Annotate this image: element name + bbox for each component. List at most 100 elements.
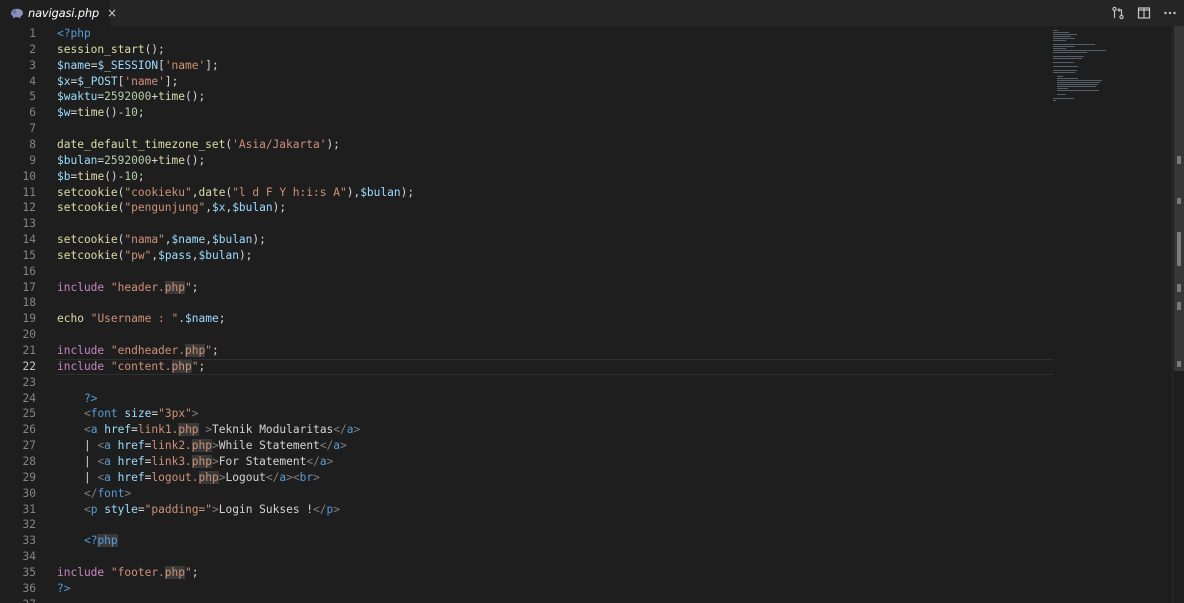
code-line[interactable]: 6 $w=time()-10; bbox=[0, 105, 1172, 121]
code-line[interactable]: 24 ?> bbox=[0, 391, 1172, 407]
minimap-line bbox=[1053, 38, 1075, 39]
code-token: < bbox=[83, 502, 91, 516]
line-number: 2 bbox=[29, 42, 36, 56]
code-editor[interactable]: 1 <?php 2 session_start(); 3 $name=$_SESSION[… bbox=[0, 26, 1172, 603]
code-token: href bbox=[117, 454, 145, 468]
code-token: > bbox=[212, 502, 219, 516]
code-line[interactable]: 3 $name=$_SESSION['name']; bbox=[0, 58, 1172, 74]
code-text: <a href=link1.php >Teknik Modularitas</a… bbox=[57, 422, 360, 438]
code-line[interactable]: 23 bbox=[0, 375, 1172, 391]
code-token: $pass bbox=[158, 248, 192, 262]
code-line[interactable]: 20 bbox=[0, 327, 1172, 343]
minimap-line bbox=[1053, 100, 1056, 101]
more-actions-icon[interactable] bbox=[1162, 5, 1178, 21]
code-token: "pengunjung" bbox=[124, 201, 206, 215]
minimap-line bbox=[1057, 76, 1063, 77]
code-line[interactable]: 4 $x=$_POST['name']; bbox=[0, 74, 1172, 90]
code-line[interactable]: 37 bbox=[0, 597, 1172, 603]
code-line[interactable]: 31 <p style="padding=">Login Sukses !</p… bbox=[0, 502, 1172, 518]
code-line[interactable]: 13 bbox=[0, 216, 1172, 232]
code-line[interactable]: 29 | <a href=logout.php>Logout</a><br> bbox=[0, 470, 1172, 486]
line-number: 32 bbox=[22, 518, 36, 532]
code-text: $w=time()-10; bbox=[57, 105, 145, 121]
code-line[interactable]: 32 bbox=[0, 517, 1172, 533]
code-line[interactable]: 35 include "footer.php"; bbox=[0, 565, 1172, 581]
code-line[interactable]: 27 | <a href=link2.php>While Statement</… bbox=[0, 438, 1172, 454]
code-token: | bbox=[57, 454, 98, 468]
code-token: " bbox=[185, 280, 192, 294]
vertical-scrollbar[interactable] bbox=[1172, 26, 1184, 603]
overview-ruler-mark bbox=[1177, 198, 1181, 204]
code-token: ; bbox=[218, 312, 226, 326]
code-line[interactable]: 14 setcookie("nama",$name,$bulan); bbox=[0, 232, 1172, 248]
code-token: "header. bbox=[110, 280, 165, 294]
code-line[interactable]: 25 <font size="3px"> bbox=[0, 406, 1172, 422]
code-token: $name bbox=[57, 58, 91, 72]
code-token: setcookie bbox=[57, 248, 118, 262]
code-token: $_SESSION bbox=[97, 58, 159, 72]
code-line[interactable]: 18 bbox=[0, 295, 1172, 311]
code-line[interactable]: 5 $waktu=2592000+time(); bbox=[0, 89, 1172, 105]
code-token: Teknik Modularitas bbox=[212, 423, 334, 437]
code-token: "endheader. bbox=[110, 344, 185, 357]
code-line[interactable]: 7 bbox=[0, 121, 1172, 137]
code-line[interactable]: 15 setcookie("pw",$pass,$bulan); bbox=[0, 248, 1172, 264]
split-editor-icon[interactable] bbox=[1136, 5, 1152, 21]
code-token: link1. bbox=[137, 423, 179, 437]
line-number: 9 bbox=[29, 153, 36, 167]
line-number: 30 bbox=[22, 486, 36, 500]
code-text: date_default_timezone_set('Asia/Jakarta'… bbox=[57, 137, 340, 153]
code-line[interactable]: 19 echo "Username : ".$name; bbox=[0, 311, 1172, 327]
code-token: ); bbox=[252, 233, 266, 247]
code-line[interactable]: 10 $b=time()-10; bbox=[0, 169, 1172, 185]
code-line[interactable]: 28 | <a href=link3.php>For Statement</a> bbox=[0, 454, 1172, 470]
code-line[interactable]: 17 include "header.php"; bbox=[0, 280, 1172, 296]
overview-ruler-mark bbox=[1177, 302, 1181, 310]
close-icon[interactable]: × bbox=[107, 6, 117, 20]
code-line[interactable]: 16 bbox=[0, 264, 1172, 280]
code-line[interactable]: 1 <?php bbox=[0, 26, 1172, 42]
code-line[interactable]: 21 include "endheader.php"; bbox=[0, 343, 1172, 359]
code-token: $b bbox=[57, 169, 71, 183]
overview-ruler-mark bbox=[1177, 284, 1181, 292]
code-token: <?php bbox=[57, 27, 91, 40]
code-token: "content. bbox=[110, 359, 172, 373]
code-token: 10 bbox=[124, 169, 138, 183]
code-token: ; bbox=[198, 359, 206, 373]
line-number: 15 bbox=[22, 248, 36, 262]
overview-ruler-mark bbox=[1177, 232, 1181, 266]
tab-navigasi-php[interactable]: navigasi.php × bbox=[0, 0, 117, 26]
minimap-line bbox=[1057, 80, 1102, 81]
code-line[interactable]: 9 $bulan=2592000+time(); bbox=[0, 153, 1172, 169]
open-changes-icon[interactable] bbox=[1110, 5, 1126, 21]
code-text: ?> bbox=[57, 581, 70, 597]
code-line[interactable]: 30 </font> bbox=[0, 486, 1172, 502]
line-number: 20 bbox=[22, 328, 36, 342]
line-number: 21 bbox=[22, 344, 36, 357]
code-token: $bulan bbox=[360, 185, 401, 199]
minimap[interactable] bbox=[1050, 26, 1170, 106]
code-token: a bbox=[346, 423, 354, 437]
code-line[interactable]: 34 bbox=[0, 549, 1172, 565]
code-token: ; bbox=[137, 106, 145, 120]
code-token: href bbox=[117, 470, 145, 484]
code-line[interactable]: 33 <?php bbox=[0, 533, 1172, 549]
code-line[interactable]: 22 include "content.php"; bbox=[0, 359, 1172, 375]
minimap-line bbox=[1053, 48, 1066, 49]
code-line[interactable]: 11 setcookie("cookieku",date("l d F Y h:i… bbox=[0, 185, 1172, 201]
code-line[interactable]: 36 ?> bbox=[0, 581, 1172, 597]
code-token: "nama" bbox=[124, 233, 165, 247]
code-line[interactable]: 26 < a href=link1.php > Teknik Modularitas… bbox=[0, 422, 1172, 438]
code-line[interactable]: 2 session_start(); bbox=[0, 42, 1172, 58]
code-text: echo "Username : ".$name; bbox=[57, 311, 225, 327]
code-line[interactable]: 12 setcookie("pengunjung",$x,$bulan); bbox=[0, 200, 1172, 216]
code-token: href bbox=[117, 439, 145, 453]
code-line[interactable]: 8 date_default_timezone_set('Asia/Jakarta… bbox=[0, 137, 1172, 153]
